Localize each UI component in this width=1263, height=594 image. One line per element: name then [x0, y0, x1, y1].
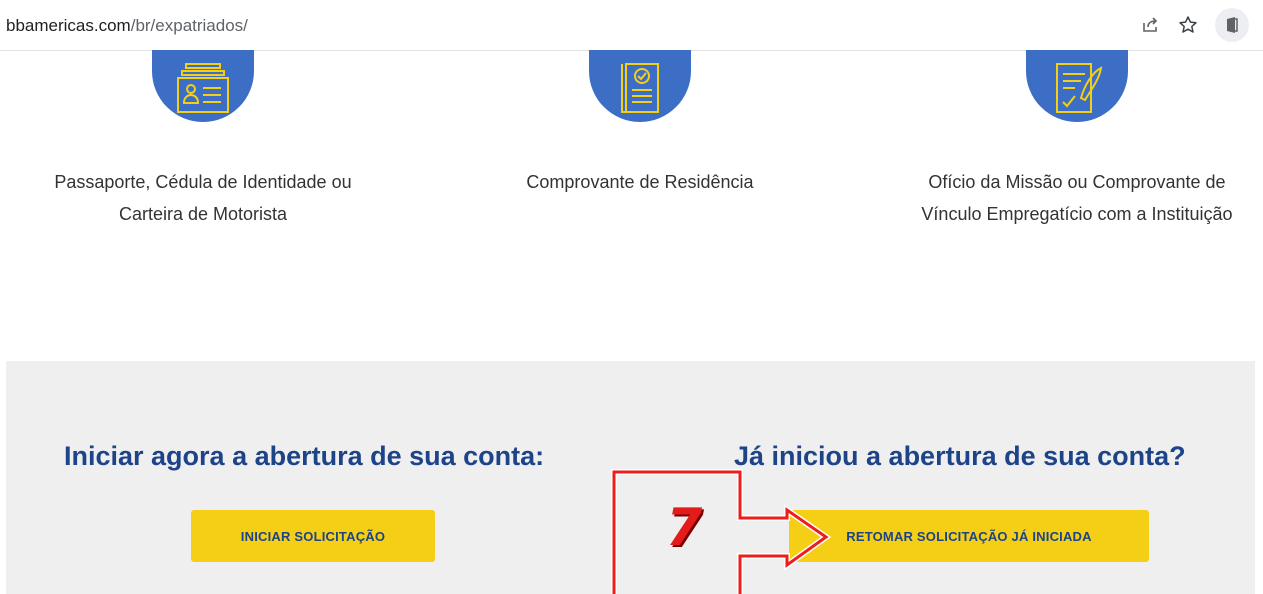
- document-icon-circle: [589, 50, 691, 122]
- document-icon-circle: [1026, 50, 1128, 122]
- start-title: Iniciar agora a abertura de sua conta:: [64, 441, 545, 471]
- annotation-step-number: 7: [666, 498, 703, 558]
- document-item-residence: Comprovante de Residência: [460, 50, 820, 198]
- document-label: Passaporte, Cédula de Identidade ou Cart…: [23, 166, 383, 230]
- document-label: Ofício da Missão ou Comprovante de Víncu…: [897, 166, 1257, 230]
- browser-address-bar: bbamericas.com/br/expatriados/: [0, 0, 1263, 51]
- url-field[interactable]: bbamericas.com/br/expatriados/: [6, 16, 248, 36]
- document-label-line: Comprovante de Residência: [526, 172, 754, 192]
- document-label: Comprovante de Residência: [460, 166, 820, 198]
- id-card-icon: [177, 63, 229, 113]
- document-icon-circle: [152, 50, 254, 122]
- url-host: bbamericas.com: [6, 16, 131, 35]
- resume-request-button[interactable]: RETOMAR SOLICITAÇÃO JÁ INICIADA: [789, 510, 1149, 562]
- resume-title: Já iniciou a abertura de sua conta?: [734, 441, 1186, 471]
- extension-icon[interactable]: [1215, 8, 1249, 42]
- document-item-employment: Ofício da Missão ou Comprovante de Víncu…: [897, 50, 1257, 230]
- url-path: /br/expatriados/: [130, 16, 248, 35]
- share-icon[interactable]: [1139, 14, 1161, 36]
- document-label-line: Ofício da Missão ou Comprovante de: [928, 172, 1226, 192]
- browser-actions: [1139, 8, 1249, 42]
- document-check-icon: [621, 63, 659, 113]
- document-label-line: Carteira de Motorista: [118, 204, 288, 224]
- document-item-id: Passaporte, Cédula de Identidade ou Cart…: [23, 50, 383, 230]
- document-label-line: Vínculo Empregatício com a Instituição: [921, 204, 1233, 224]
- account-opening-section: Iniciar agora a abertura de sua conta: I…: [6, 361, 1255, 594]
- bookmark-star-icon[interactable]: [1177, 14, 1199, 36]
- signed-document-icon: [1056, 63, 1103, 113]
- document-label-line: Passaporte, Cédula de Identidade ou: [54, 172, 352, 192]
- start-request-button[interactable]: INICIAR SOLICITAÇÃO: [191, 510, 435, 562]
